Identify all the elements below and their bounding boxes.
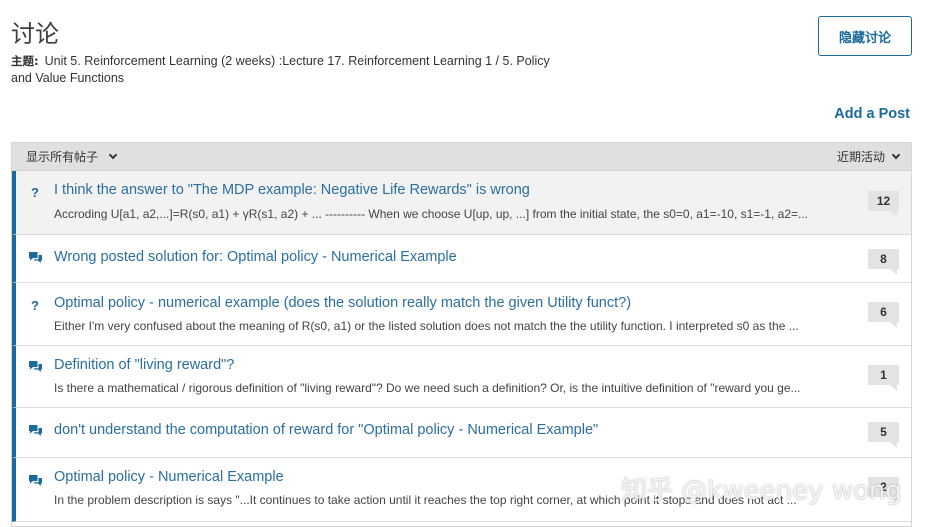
topic-text: Unit 5. Reinforcement Learning (2 weeks)… [11,54,550,85]
chevron-down-icon [891,150,901,159]
post-row[interactable]: Definition of "living reward"? Is there … [12,346,911,408]
post-preview: Either I'm very confused about the meani… [54,319,799,333]
discussion-icon [27,474,43,487]
sort-dropdown[interactable]: 近期活动 [836,148,901,165]
response-count-badge: 12 [868,191,899,217]
topic-label: 主题: [11,54,39,68]
show-all-label: 显示所有帖子 [26,150,99,164]
page-title: 讨论 [11,20,59,48]
post-row[interactable]: Optimal policy - Numerical Example In th… [12,458,911,522]
post-title[interactable]: don't understand the computation of rewa… [54,422,598,438]
discussion-icon [27,251,43,264]
add-post-link[interactable]: Add a Post [834,106,910,122]
post-list: 显示所有帖子 近期活动 ? I think the answer to "The… [11,142,912,527]
post-row[interactable]: Wrong posted solution for: Optimal polic… [12,235,911,283]
post-row[interactable]: ? I think the answer to "The MDP example… [12,171,911,235]
response-count-badge: 2 [868,477,899,503]
response-count-badge: 8 [868,249,899,275]
question-icon: ? [31,298,39,313]
topic-line: 主题: Unit 5. Reinforcement Learning (2 wee… [11,53,551,87]
discussion-icon [27,424,43,437]
chevron-down-icon [108,150,118,159]
question-icon: ? [31,185,39,200]
show-all-posts-dropdown[interactable]: 显示所有帖子 [26,148,118,165]
post-preview: Accroding U[a1, a2,...]=R(s0, a1) + γR(s… [54,207,808,221]
sort-label: 近期活动 [836,150,885,164]
list-header: 显示所有帖子 近期活动 [12,143,911,171]
post-title[interactable]: I think the answer to "The MDP example: … [54,182,530,198]
post-title[interactable]: Optimal policy - Numerical Example [54,469,284,485]
hide-discussion-button[interactable]: 隐藏讨论 [818,16,912,56]
post-row[interactable]: ? Optimal policy - numerical example (do… [12,283,911,346]
post-title[interactable]: Wrong posted solution for: Optimal polic… [54,249,457,265]
post-preview: In the problem description is says "...I… [54,493,797,507]
post-preview: Is there a mathematical / rigorous defin… [54,381,801,395]
response-count-badge: 1 [868,365,899,391]
response-count-badge: 5 [868,422,899,448]
post-title[interactable]: Definition of "living reward"? [54,357,234,373]
response-count-badge: 6 [868,302,899,328]
discussion-icon [27,360,43,373]
post-row[interactable]: don't understand the computation of rewa… [12,408,911,458]
post-title[interactable]: Optimal policy - numerical example (does… [54,295,631,311]
